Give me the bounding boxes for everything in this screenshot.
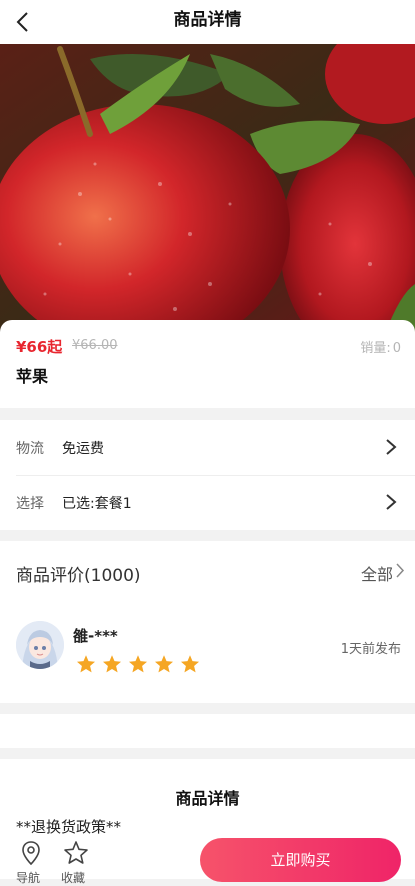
original-price: ¥66.00	[72, 338, 118, 353]
reviewer-name: 雒-***	[73, 627, 118, 645]
location-pin-icon	[22, 841, 40, 866]
product-name: 苹果	[16, 367, 49, 386]
star-rating	[76, 654, 200, 674]
page-title: 商品详情	[173, 10, 242, 30]
logistics-value: 免运费	[62, 441, 104, 457]
star-icon	[129, 655, 147, 673]
product-image[interactable]	[0, 44, 415, 334]
star-icon	[155, 655, 173, 673]
star-icon	[181, 655, 199, 673]
buy-now-button[interactable]: 立即购买	[200, 838, 401, 882]
info-card: 物流 免运费 选择 已选:套餐1	[0, 420, 415, 530]
price: ¥66起	[16, 338, 63, 356]
navigation-label: 导航	[16, 871, 41, 885]
select-row[interactable]: 选择 已选:套餐1	[0, 475, 415, 530]
bottom-action-bar: 导航 收藏 立即购买	[0, 836, 415, 885]
favorite-button[interactable]: 收藏	[61, 840, 93, 885]
detail-title: 商品详情	[175, 789, 240, 808]
chevron-right-icon	[386, 494, 397, 510]
sales-value: 0	[392, 341, 401, 356]
select-value: 已选:套餐1	[62, 496, 132, 512]
return-policy-heading: **退换货政策**	[16, 818, 122, 836]
star-icon	[103, 655, 121, 673]
sales-label: 销量:	[360, 341, 391, 356]
logistics-label: 物流	[16, 441, 44, 457]
price-card: ¥66起 ¥66.00 销量: 0	[0, 320, 415, 408]
blank-section	[0, 714, 415, 748]
review-time: 1天前发布	[340, 642, 401, 657]
avatar[interactable]	[16, 621, 64, 669]
navigation-button[interactable]: 导航	[16, 840, 48, 885]
select-label: 选择	[16, 496, 44, 512]
logistics-row[interactable]: 物流 免运费	[0, 420, 415, 476]
header: 商品详情	[0, 0, 415, 44]
star-icon	[77, 655, 95, 673]
sales-count: 销量: 0	[358, 337, 401, 356]
favorite-label: 收藏	[61, 871, 86, 885]
review-card: 商品评价(1000) 全部 雒-*** 1天前发布	[0, 541, 415, 703]
review-all-link[interactable]: 全部	[361, 561, 393, 585]
review-title: 商品评价(1000)	[16, 566, 141, 586]
star-outline-icon	[64, 841, 88, 864]
chevron-right-icon	[386, 439, 397, 455]
chevron-right-icon[interactable]	[395, 562, 405, 579]
